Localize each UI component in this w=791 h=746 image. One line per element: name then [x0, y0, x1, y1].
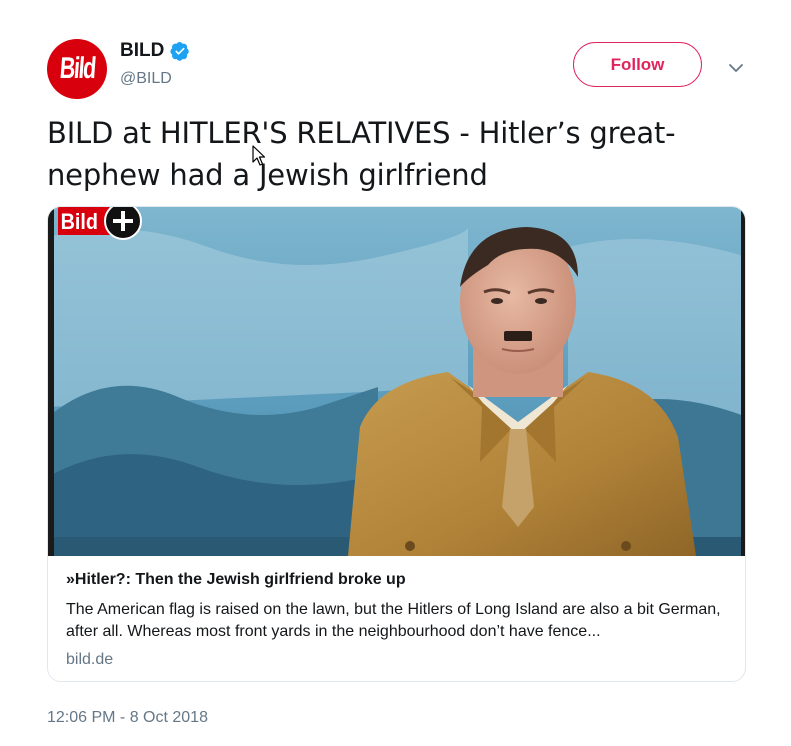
avatar[interactable]: Bild: [47, 39, 107, 99]
card-domain: bild.de: [66, 651, 114, 668]
tweet: Bild BILD @BILD Follow BILD at HITLER'S …: [0, 0, 791, 746]
tweet-timestamp[interactable]: 12:06 PM - 8 Oct 2018: [47, 709, 208, 727]
card-description: The American flag is raised on the lawn,…: [66, 601, 721, 640]
card-image[interactable]: Bild: [48, 207, 745, 556]
verified-badge-icon: [170, 42, 190, 61]
card-photo: Bild: [48, 207, 745, 556]
avatar-logo-text: Bild: [58, 52, 96, 85]
card-title[interactable]: »Hitler?: Then the Jewish girlfriend bro…: [66, 571, 406, 589]
follow-button[interactable]: Follow: [573, 42, 702, 87]
card-image-badge-text: Bild: [61, 210, 98, 234]
chevron-down-icon[interactable]: [726, 58, 746, 78]
link-card[interactable]: Bild »Hitler?: Then the Jewish girlfrien…: [47, 206, 746, 682]
user-handle[interactable]: @BILD: [120, 70, 172, 88]
display-name[interactable]: BILD: [120, 40, 164, 62]
bild-plus-badge: Bild: [58, 207, 142, 240]
display-name-row: BILD: [120, 40, 190, 62]
mouse-cursor-icon: [252, 145, 266, 166]
tweet-text: BILD at HITLER'S RELATIVES - Hitler’s gr…: [47, 116, 676, 192]
